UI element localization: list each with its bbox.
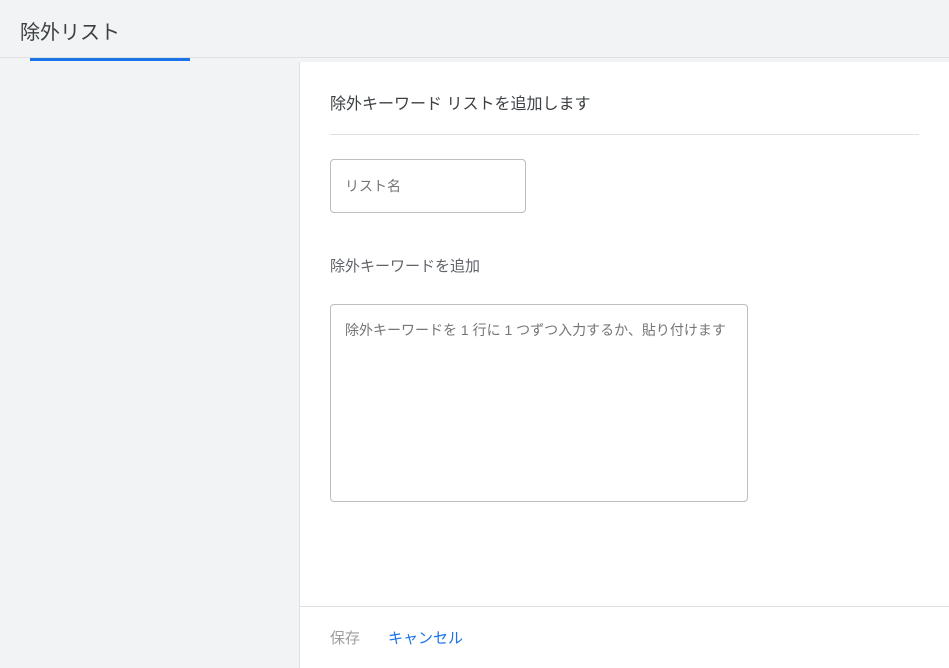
content-wrapper: 除外キーワード リストを追加します 除外キーワードを追加 保存 キャンセル (0, 62, 949, 668)
divider (330, 134, 919, 135)
keywords-section-label: 除外キーワードを追加 (330, 255, 919, 276)
footer-actions: 保存 キャンセル (300, 606, 949, 668)
keywords-textarea[interactable] (330, 304, 748, 502)
cancel-button[interactable]: キャンセル (388, 627, 463, 648)
page-title: 除外リスト (20, 16, 929, 45)
sidebar (0, 62, 300, 668)
page-header: 除外リスト (0, 0, 949, 58)
main-inner: 除外キーワード リストを追加します 除外キーワードを追加 (300, 90, 949, 606)
active-tab-indicator (30, 58, 190, 61)
list-name-input[interactable] (330, 159, 526, 213)
save-button[interactable]: 保存 (330, 627, 360, 648)
panel-title: 除外キーワード リストを追加します (330, 90, 919, 114)
main-panel: 除外キーワード リストを追加します 除外キーワードを追加 保存 キャンセル (300, 62, 949, 668)
